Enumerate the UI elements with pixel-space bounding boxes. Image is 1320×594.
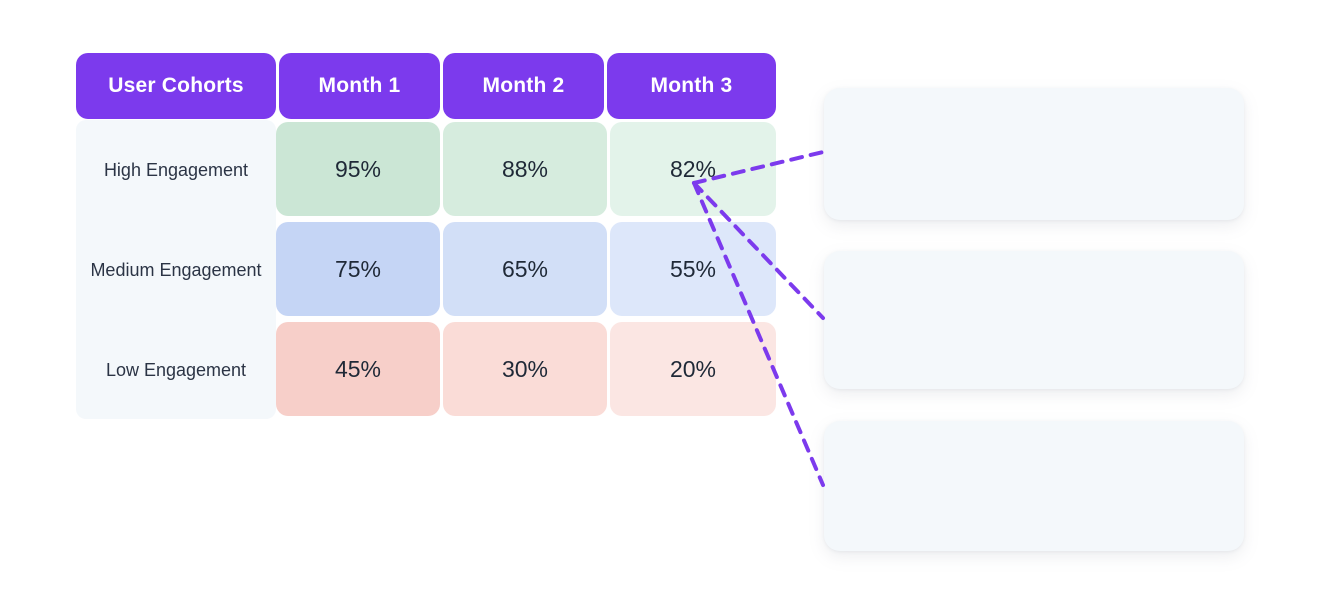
table-header-month-1: Month 1 [279, 53, 440, 119]
cohort-retention-table: User Cohorts Month 1 Month 2 Month 3 Hig… [76, 53, 776, 419]
table-header-cohorts: User Cohorts [76, 53, 276, 119]
cell-low-month-1: 45% [276, 322, 440, 416]
cell-high-month-2: 88% [443, 122, 607, 216]
cell-medium-month-1: 75% [276, 222, 440, 316]
row-label-high-engagement: High Engagement [103, 159, 249, 180]
annotation-panel-3[interactable] [824, 421, 1244, 551]
row-label-medium-engagement: Medium Engagement [90, 259, 262, 280]
cell-medium-month-3: 55% [610, 222, 776, 316]
table-header-month-3: Month 3 [607, 53, 776, 119]
row-label-low-engagement: Low Engagement [105, 359, 247, 380]
cell-low-month-2: 30% [443, 322, 607, 416]
cell-low-month-3: 20% [610, 322, 776, 416]
cell-medium-month-2: 65% [443, 222, 607, 316]
annotation-panel-1[interactable] [824, 88, 1244, 220]
table-header-month-2: Month 2 [443, 53, 604, 119]
cell-high-month-1: 95% [276, 122, 440, 216]
canvas: User Cohorts Month 1 Month 2 Month 3 Hig… [0, 0, 1320, 594]
annotation-panel-2[interactable] [824, 251, 1244, 389]
cell-high-month-3: 82% [610, 122, 776, 216]
